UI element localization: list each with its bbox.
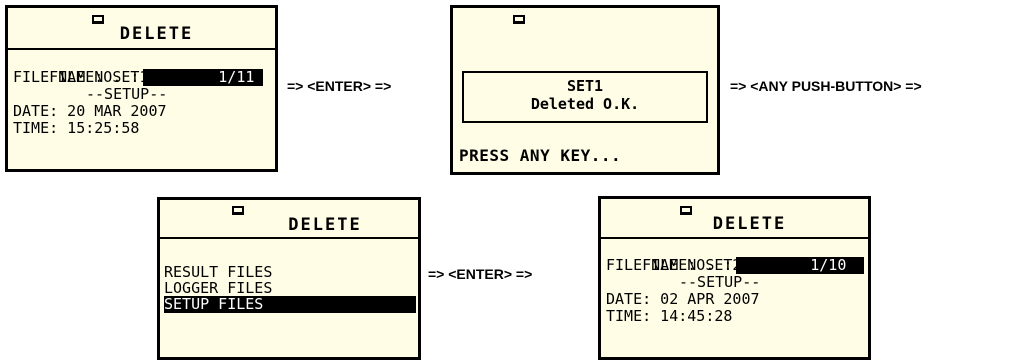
arrow-enter: => <ENTER> => [428,266,533,282]
delete-menu-screen: DELETE RESULT FILES LOGGER FILES SETUP F… [157,197,421,360]
file-date: DATE: 20 MAR 2007 [13,102,167,120]
title-underline [160,237,418,239]
menu-item-setup-files[interactable]: SETUP FILES [164,296,416,313]
press-any-key-prompt: PRESS ANY KEY... [459,146,622,165]
instrument-icon [92,15,104,24]
delete-file-screen-set1: DELETE FILE NO. :1/11 FILE NAME: SET1 --… [5,5,278,172]
delete-file-screen-set2: DELETE FILE NO. :1/10 FILE NAME: SET2 --… [598,196,871,360]
file-date: DATE: 02 APR 2007 [606,290,760,308]
file-time: TIME: 15:25:58 [13,119,140,137]
title-underline [8,48,275,50]
section-label: --SETUP-- [86,85,168,103]
screen-title: DELETE [712,214,787,234]
instrument-icon [513,15,525,24]
file-name: FILE NAME: SET2 [606,256,742,274]
deleted-file-name: SET1 [566,77,604,95]
instrument-icon [232,206,244,215]
title-underline [601,237,868,239]
section-label: --SETUP-- [679,273,761,291]
file-name: FILE NAME: SET1 [13,68,149,86]
arrow-any-push-button: => <ANY PUSH-BUTTON> => [730,78,922,94]
arrow-enter: => <ENTER> => [287,78,392,94]
deleted-message-box: SET1 Deleted O.K. [462,71,708,123]
screen-title: DELETE [119,24,194,44]
file-number-value[interactable]: 1/10 [736,257,865,274]
deleted-status: Deleted O.K. [530,95,640,113]
file-number-value[interactable]: 1/11 [143,69,264,86]
file-time: TIME: 14:45:28 [606,307,733,325]
screen-title: DELETE [288,215,362,235]
deleted-confirmation-screen: SET1 Deleted O.K. PRESS ANY KEY... [450,5,720,175]
